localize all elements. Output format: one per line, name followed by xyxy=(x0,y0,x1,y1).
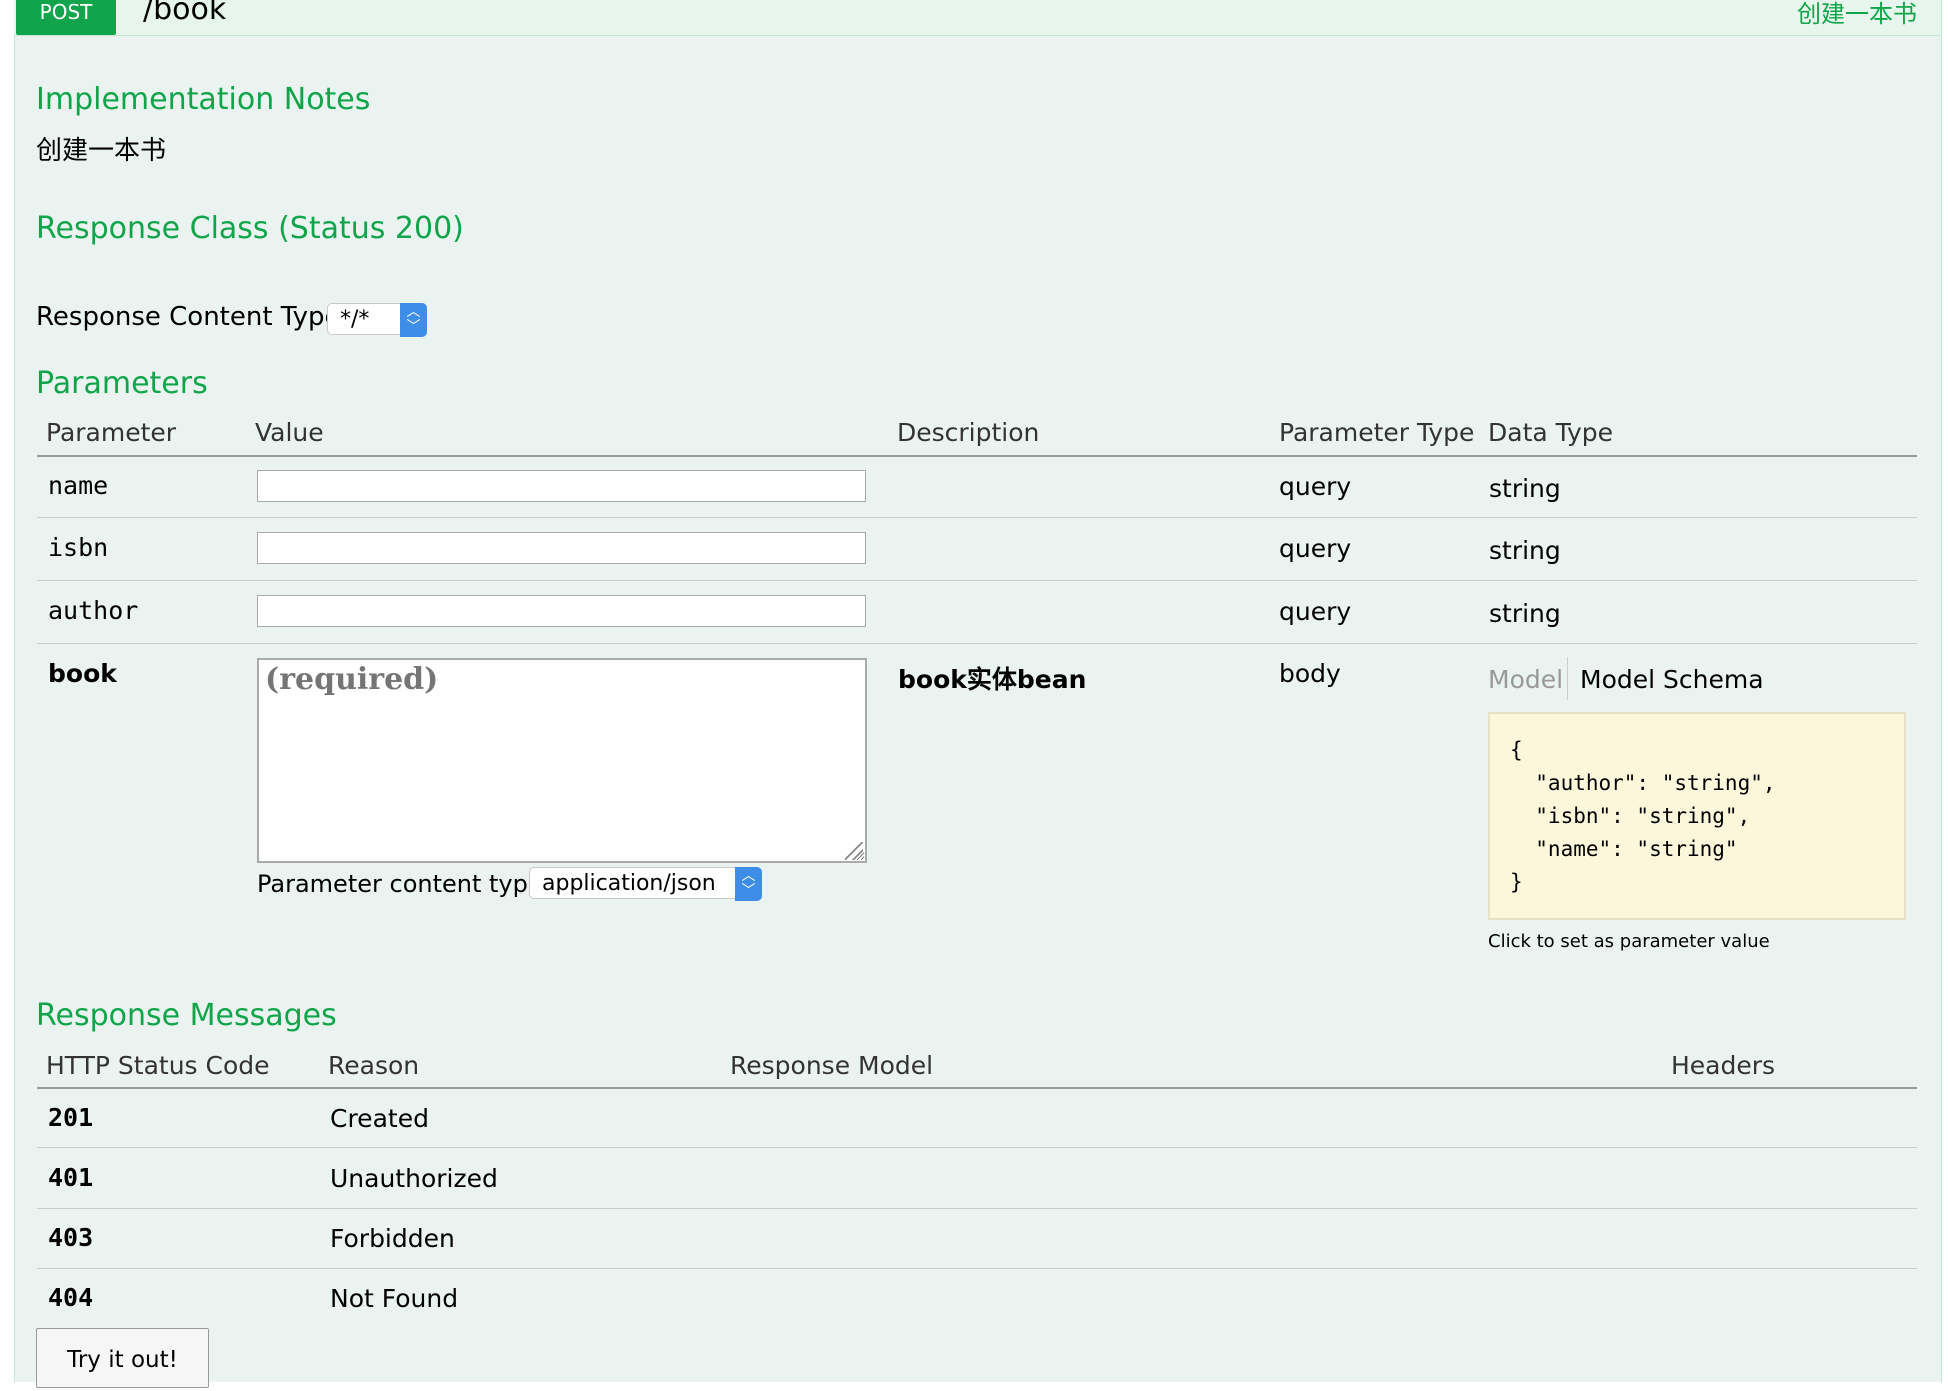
resp-code: 401 xyxy=(48,1163,94,1192)
param-author-data-type: string xyxy=(1489,599,1561,628)
param-isbn-type: query xyxy=(1279,534,1352,563)
resp-col-reason: Reason xyxy=(328,1051,420,1080)
http-method-badge[interactable]: POST xyxy=(16,0,116,35)
param-isbn-data-type: string xyxy=(1489,536,1561,565)
resp-col-status-code: HTTP Status Code xyxy=(46,1051,270,1080)
response-content-type-label: Response Content Type xyxy=(36,302,341,332)
resp-code: 404 xyxy=(48,1283,94,1312)
param-isbn: isbn xyxy=(48,533,109,562)
row-divider xyxy=(37,580,1917,581)
param-author-input[interactable] xyxy=(257,595,866,627)
model-schema-tab[interactable]: Model Schema xyxy=(1580,665,1764,694)
response-messages-heading: Response Messages xyxy=(36,998,337,1033)
param-isbn-input[interactable] xyxy=(257,532,866,564)
implementation-notes-text: 创建一本书 xyxy=(36,136,167,166)
response-class-heading: Response Class (Status 200) xyxy=(36,211,464,246)
param-book-description: book实体bean xyxy=(898,665,1087,694)
model-tab[interactable]: Model xyxy=(1488,665,1563,694)
resp-code: 403 xyxy=(48,1223,94,1252)
param-col-data-type: Data Type xyxy=(1488,418,1614,447)
parameters-heading: Parameters xyxy=(36,366,208,401)
param-col-description: Description xyxy=(897,418,1040,447)
param-name: name xyxy=(48,471,109,500)
resp-reason: Created xyxy=(330,1104,429,1133)
row-divider xyxy=(37,1268,1917,1269)
param-name-data-type: string xyxy=(1489,474,1561,503)
row-divider xyxy=(37,643,1917,644)
operation-heading[interactable] xyxy=(14,0,1940,36)
implementation-notes-heading: Implementation Notes xyxy=(36,82,371,117)
param-book: book xyxy=(48,659,117,688)
param-col-parameter: Parameter xyxy=(46,418,177,447)
resize-handle-icon[interactable] xyxy=(845,842,863,860)
response-content-type-select[interactable]: */* ︿ ﹀ xyxy=(327,303,427,337)
resp-col-response-model: Response Model xyxy=(730,1051,934,1080)
operation-summary[interactable]: 创建一本书 xyxy=(1797,0,1917,29)
model-schema-box[interactable]: { "author": "string", "isbn": "string", … xyxy=(1488,712,1906,920)
param-content-type-select[interactable]: application/json ︿ ﹀ xyxy=(529,867,762,901)
select-arrows-icon: ︿ ﹀ xyxy=(735,867,762,901)
row-divider xyxy=(37,1147,1917,1148)
resp-reason: Unauthorized xyxy=(330,1164,498,1193)
param-author: author xyxy=(48,596,139,625)
schema-hint: Click to set as parameter value xyxy=(1488,931,1770,952)
row-divider xyxy=(37,1208,1917,1209)
param-content-type-label: Parameter content type: xyxy=(257,870,551,898)
param-col-parameter-type: Parameter Type xyxy=(1279,418,1475,447)
param-book-textarea[interactable] xyxy=(257,658,867,863)
param-name-input[interactable] xyxy=(257,470,866,502)
operation-path[interactable]: /book xyxy=(143,0,226,27)
resp-header-divider xyxy=(37,1087,1917,1089)
response-content-type-value: */* xyxy=(340,307,370,332)
select-arrows-icon: ︿ ﹀ xyxy=(400,303,427,337)
param-content-type-value: application/json xyxy=(542,871,716,896)
param-header-divider xyxy=(37,455,1917,457)
param-name-type: query xyxy=(1279,472,1352,501)
param-col-value: Value xyxy=(255,418,324,447)
param-author-type: query xyxy=(1279,597,1352,626)
tab-divider xyxy=(1567,657,1568,700)
resp-col-headers: Headers xyxy=(1671,1051,1776,1080)
row-divider xyxy=(37,517,1917,518)
resp-reason: Not Found xyxy=(330,1284,459,1313)
try-it-out-button[interactable]: Try it out! xyxy=(36,1328,209,1388)
param-book-type: body xyxy=(1279,659,1341,688)
resp-code: 201 xyxy=(48,1103,94,1132)
resp-reason: Forbidden xyxy=(330,1224,455,1253)
